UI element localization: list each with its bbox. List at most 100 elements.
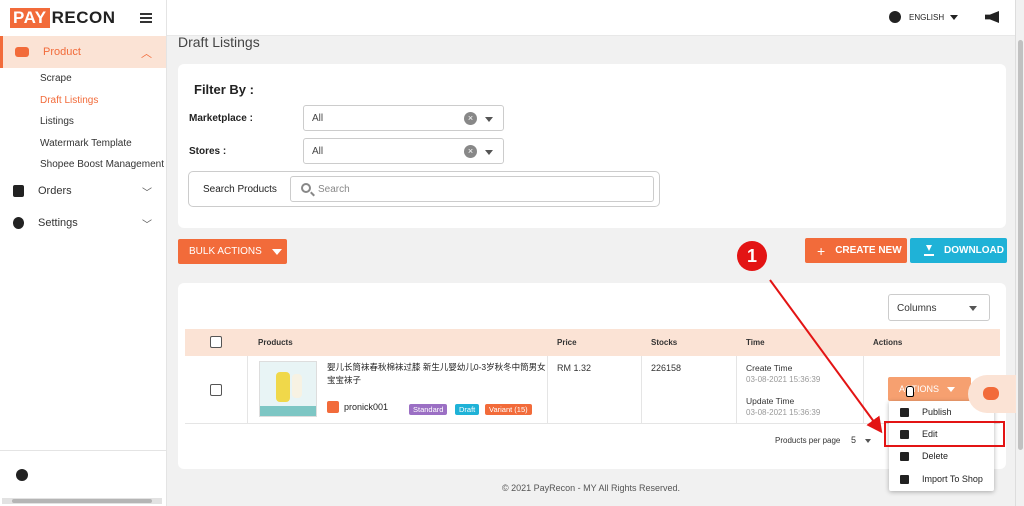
logo-pay: PAY <box>10 8 50 28</box>
download-button[interactable]: DOWNLOAD <box>910 238 1007 263</box>
clipboard-icon <box>13 185 24 197</box>
sidebar-item-label: Orders <box>38 185 72 197</box>
search-icon <box>301 183 311 193</box>
listings-table-card: Columns Products Price Stocks Time Actio… <box>178 283 1006 469</box>
sidebar-subitem-draft-listings[interactable]: Draft Listings <box>40 95 98 106</box>
chat-icon <box>983 387 999 400</box>
columns-value: Columns <box>897 303 937 314</box>
caret-down-icon <box>485 117 493 122</box>
menu-item-label: Delete <box>922 451 949 461</box>
hamburger-menu-icon[interactable] <box>140 13 152 23</box>
filter-card: Filter By : Marketplace : All × Stores :… <box>178 64 1006 228</box>
badge-draft: Draft <box>455 404 480 415</box>
clear-icon[interactable]: × <box>464 112 477 125</box>
mouse-cursor <box>906 386 914 397</box>
search-input[interactable]: Search <box>290 176 654 202</box>
language-label: ENGLISH <box>909 12 945 22</box>
shop-icon <box>327 401 339 413</box>
trash-icon <box>900 451 909 461</box>
bulk-actions-label: BULK ACTIONS <box>189 246 262 257</box>
caret-down-icon <box>950 14 959 20</box>
step-number-badge: 1 <box>737 241 767 271</box>
clear-icon[interactable]: × <box>464 145 477 158</box>
upload-icon <box>900 407 909 417</box>
product-stocks: 226158 <box>651 363 682 373</box>
sidebar-horizontal-scrollbar[interactable] <box>2 498 162 504</box>
create-time-value: 03-08-2021 15:36:39 <box>746 375 821 384</box>
caret-down-icon <box>969 306 977 311</box>
badge-variant: Variant (15) <box>485 404 532 415</box>
footer-copyright: © 2021 PayRecon - MY All Rights Reserved… <box>501 483 681 493</box>
header-stocks: Stocks <box>651 338 678 347</box>
table-row: 婴儿长筒袜春秋棉袜过膝 新生儿婴幼儿0-3岁秋冬中筒男女宝宝袜子 pronick… <box>185 356 1000 424</box>
page-vertical-scrollbar[interactable] <box>1015 0 1024 506</box>
product-thumbnail[interactable] <box>259 361 317 417</box>
sidebar-subitem-listings[interactable]: Listings <box>40 116 74 127</box>
header-products: Products <box>258 338 293 347</box>
caret-down-icon <box>947 386 956 392</box>
gear-icon <box>13 217 24 229</box>
create-time-label: Create Time <box>746 363 793 373</box>
payrecon-logo[interactable]: PAY RECON <box>10 8 116 28</box>
megaphone-icon[interactable] <box>985 11 999 23</box>
select-all-checkbox[interactable] <box>210 336 222 348</box>
create-new-label: CREATE NEW <box>835 245 902 256</box>
products-per-page-label: Products per page <box>775 436 841 445</box>
search-products-group: Search Products Search <box>188 171 660 207</box>
product-price: RM 1.32 <box>557 363 592 373</box>
sidebar-subitem-scrape[interactable]: Scrape <box>40 73 72 84</box>
bulk-actions-button[interactable]: BULK ACTIONS <box>178 239 287 264</box>
caret-down-icon <box>485 150 493 155</box>
user-icon[interactable] <box>16 469 28 481</box>
header-actions: Actions <box>873 338 903 347</box>
caret-down-icon[interactable] <box>865 439 871 443</box>
actions-label: ACTIONS <box>899 384 940 394</box>
page-title: Draft Listings <box>178 34 260 50</box>
marketplace-label: Marketplace : <box>189 113 253 124</box>
sidebar-subitem-watermark-template[interactable]: Watermark Template <box>40 138 132 149</box>
sidebar-item-product[interactable]: Product ︿ <box>0 36 166 68</box>
header-time: Time <box>746 338 765 347</box>
menu-item-delete[interactable]: Delete <box>889 445 994 467</box>
sidebar-subitem-shopee-boost[interactable]: Shopee Boost Management <box>40 159 164 170</box>
chat-widget[interactable] <box>968 375 1016 413</box>
chevron-down-icon: ﹀ <box>142 219 152 231</box>
topbar: ENGLISH <box>167 0 1015 36</box>
sidebar-item-settings[interactable]: Settings ﹀ <box>0 212 166 234</box>
marketplace-select[interactable]: All × <box>303 105 504 131</box>
columns-select[interactable]: Columns <box>888 294 990 321</box>
products-per-page-select[interactable]: 5 <box>851 435 856 445</box>
update-time-label: Update Time <box>746 396 795 406</box>
filter-title: Filter By : <box>194 82 254 97</box>
row-checkbox[interactable] <box>210 384 222 396</box>
create-new-button[interactable]: + CREATE NEW <box>805 238 907 263</box>
stores-label: Stores : <box>189 146 227 157</box>
edit-highlight-box <box>884 421 1005 447</box>
inbox-icon <box>15 47 29 57</box>
store-name: pronick001 <box>344 402 389 412</box>
chevron-down-icon: ﹀ <box>142 187 152 199</box>
sidebar-item-label: Product <box>43 46 81 58</box>
badge-standard: Standard <box>409 404 448 415</box>
sidebar-item-label: Settings <box>38 217 78 229</box>
language-selector[interactable]: ENGLISH <box>889 11 959 23</box>
stores-select[interactable]: All × <box>303 138 504 164</box>
download-icon <box>924 245 934 256</box>
caret-down-icon <box>271 248 282 255</box>
search-placeholder: Search <box>318 184 350 195</box>
globe-icon <box>889 11 901 23</box>
sidebar-item-orders[interactable]: Orders ﹀ <box>0 180 166 202</box>
header-price: Price <box>557 338 577 347</box>
download-label: DOWNLOAD <box>944 245 1004 256</box>
plus-icon: + <box>817 242 826 259</box>
marketplace-value: All <box>312 113 324 124</box>
stores-value: All <box>312 146 324 157</box>
menu-item-label: Publish <box>922 407 952 417</box>
chevron-up-icon: ︿ <box>141 48 152 60</box>
product-name[interactable]: 婴儿长筒袜春秋棉袜过膝 新生儿婴幼儿0-3岁秋冬中筒男女宝宝袜子 <box>327 361 547 387</box>
sidebar: PAY RECON Product ︿ Scrape Draft Listing… <box>0 0 167 506</box>
update-time-value: 03-08-2021 15:36:39 <box>746 408 821 417</box>
logo-recon: RECON <box>51 8 116 27</box>
row-actions-button[interactable]: ACTIONS <box>888 377 971 401</box>
table-header: Products Price Stocks Time Actions <box>185 329 1000 356</box>
